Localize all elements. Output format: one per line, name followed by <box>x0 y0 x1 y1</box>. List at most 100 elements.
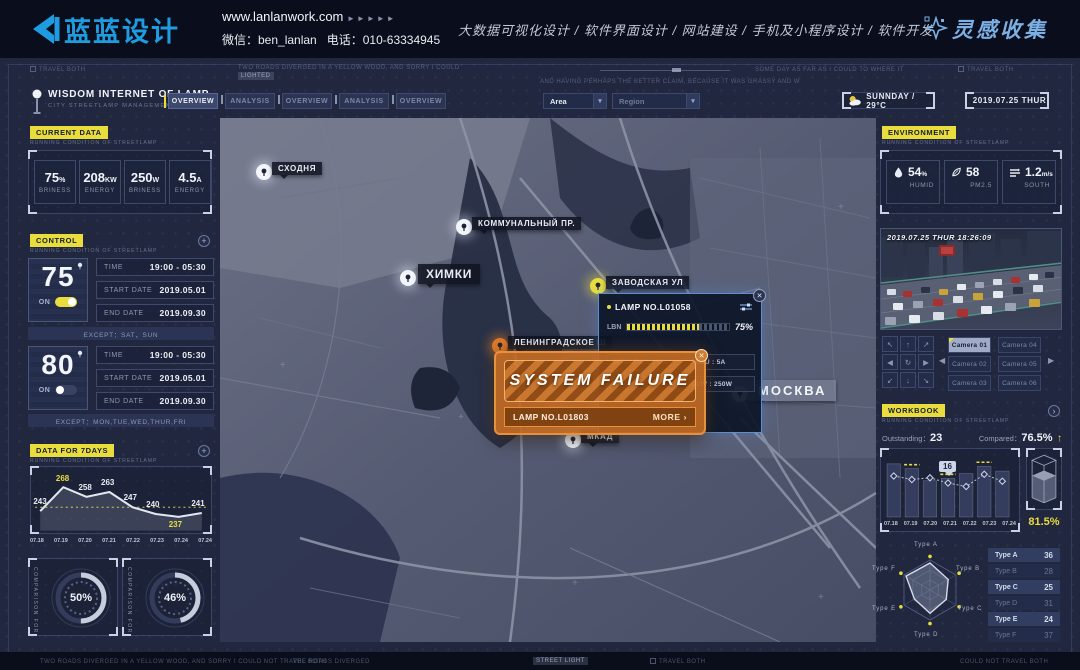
line-value: 241 <box>189 499 207 508</box>
type-row-c[interactable]: Type C25 <box>988 580 1060 594</box>
failure-title-box: SYSTEM FAILURE <box>504 360 696 402</box>
add-schedule-button[interactable]: + <box>198 235 210 247</box>
lanlan-logo-icon <box>24 11 60 47</box>
x-tick: 07.21 <box>943 521 957 527</box>
radar-label-d: Type D <box>914 632 938 638</box>
schedule-toggle[interactable] <box>55 297 77 307</box>
lamp-pin-icon <box>594 282 602 291</box>
checkbox-icon[interactable] <box>30 66 36 72</box>
map-label[interactable]: ЗАВОДСКАЯ УЛ <box>606 276 689 289</box>
ticker-item: TRAVEL BOTH <box>30 66 86 74</box>
pan-up-button[interactable]: ↑ <box>900 336 916 352</box>
tab-analysis-2[interactable]: ANALYSIS <box>339 93 389 109</box>
region-select[interactable]: Region▾ <box>612 93 700 109</box>
x-tick: 07.20 <box>78 538 92 544</box>
pan-up-left-button[interactable]: ↖ <box>882 336 898 352</box>
camera-01-button[interactable]: Camera 01 <box>948 337 991 353</box>
droplet-icon <box>893 166 904 178</box>
type-row-d[interactable]: Type D31 <box>988 596 1060 610</box>
line-value: 243 <box>31 497 49 506</box>
x-tick: 07.18 <box>884 521 898 527</box>
pan-down-button[interactable]: ↓ <box>900 372 916 388</box>
ticker-item: TRAVEL BOTH <box>958 66 1014 74</box>
compared-label: Compared： <box>979 434 1022 443</box>
stat-card-watt: 250WBRINESS <box>124 160 166 204</box>
tab-overview-1[interactable]: OVERVIEW <box>168 93 218 109</box>
map-label[interactable]: СХОДНЯ <box>272 162 322 175</box>
workbook-next-button[interactable]: › <box>1048 405 1060 417</box>
stat-card-briness: 75%BRINESS <box>34 160 76 204</box>
bar-rest <box>699 324 729 330</box>
pan-left-button[interactable]: ◀ <box>882 354 898 370</box>
chevron-down-icon[interactable]: ▾ <box>686 94 699 108</box>
slider-knob[interactable] <box>672 68 681 72</box>
end-date-row[interactable]: END DATE2019.09.30 <box>96 304 214 322</box>
schedule-toggle[interactable] <box>55 385 77 395</box>
end-date-row[interactable]: END DATE2019.09.30 <box>96 392 214 410</box>
map-pin-kommunalny[interactable] <box>456 219 472 235</box>
time-row[interactable]: TIME19:00 - 05:30 <box>96 258 214 276</box>
gauge-value: 46% <box>143 592 207 604</box>
start-date-row[interactable]: START DATE2019.05.01 <box>96 369 214 387</box>
ticker-slider[interactable] <box>600 70 730 71</box>
pan-up-right-button[interactable]: ↗ <box>918 336 934 352</box>
area-select[interactable]: Area▾ <box>543 93 607 109</box>
tab-overview-2[interactable]: OVERVIEW <box>282 93 332 109</box>
start-date-row[interactable]: START DATE2019.05.01 <box>96 281 214 299</box>
pan-right-button[interactable]: ▶ <box>918 354 934 370</box>
camera-feed[interactable]: 2019.07.25 THUR 18:26:09 <box>880 228 1062 330</box>
collect-label[interactable]: 灵感收集 <box>952 14 1048 44</box>
checkbox-icon[interactable] <box>650 658 656 664</box>
x-tick: 07.23 <box>150 538 164 544</box>
camera-next-icon[interactable]: ▶ <box>1048 356 1054 365</box>
brightness-bar[interactable] <box>626 323 730 331</box>
tab-overview-3[interactable]: OVERVIEW <box>396 93 446 109</box>
gauge-label: COMPARISON FOR <box>126 567 132 634</box>
radar-label-e: Type E <box>872 606 896 612</box>
map-label[interactable]: КОММУНАЛЬНЫЙ ПР. <box>472 217 581 230</box>
more-button[interactable]: MORE › <box>653 412 687 422</box>
close-icon[interactable]: ✕ <box>695 349 708 362</box>
pan-down-right-button[interactable]: ↘ <box>918 372 934 388</box>
svg-text:+: + <box>280 360 286 371</box>
promo-banner: 蓝蓝设计 www.lanlanwork.com ►►►►► 微信：ben_lan… <box>0 0 1080 58</box>
tab-analysis-1[interactable]: ANALYSIS <box>225 93 275 109</box>
time-row[interactable]: TIME19:00 - 05:30 <box>96 346 214 364</box>
close-icon[interactable]: ✕ <box>753 289 766 302</box>
stat-card-energy: 208KWENERGY <box>79 160 121 204</box>
gauge-panel-1: COMPARISON FOR 50% <box>28 558 118 636</box>
bottom-text: TRAVEL BOTH <box>650 658 706 666</box>
website-link[interactable]: www.lanlanwork.com ►►►►► <box>222 9 397 24</box>
x-tick: 07.19 <box>904 521 918 527</box>
checkbox-icon[interactable] <box>958 66 964 72</box>
camera-04-button[interactable]: Camera 04 <box>998 337 1041 353</box>
weather-widget: SUNNDAY / 29°C <box>842 92 935 109</box>
ticker-item: AND HAVING PERHAPS THE BETTER CLAIM, BEC… <box>540 78 840 86</box>
pan-down-left-button[interactable]: ↙ <box>882 372 898 388</box>
camera-03-button[interactable]: Camera 03 <box>948 375 991 391</box>
x-tick: 07.22 <box>126 538 140 544</box>
map-pin-zavodskaya[interactable] <box>590 278 606 294</box>
camera-02-button[interactable]: Camera 02 <box>948 356 991 372</box>
dashboard: TRAVEL BOTH TWO ROADS DIVERGED IN A YELL… <box>0 58 1080 670</box>
type-row-b[interactable]: Type B28 <box>988 564 1060 578</box>
type-row-e[interactable]: Type E24 <box>988 612 1060 626</box>
camera-prev-icon[interactable]: ◀ <box>939 356 945 365</box>
environment-subtitle: RUNNING CONDITION OF STREETLAMP <box>882 140 1009 146</box>
date-text: 2019.07.25 THUR <box>973 96 1046 105</box>
city-map[interactable]: +++++ СХОДНЯ КОММУНАЛЬНЫЙ ПР. ХИМКИ ЗАВО… <box>220 118 876 642</box>
type-row-f[interactable]: Type F37 <box>988 628 1060 642</box>
map-label[interactable]: ЛЕНИНГРАДСКОЕ Ш <box>508 336 612 349</box>
camera-06-button[interactable]: Camera 06 <box>998 375 1041 391</box>
map-pin-skhodnya[interactable] <box>256 164 272 180</box>
chevron-down-icon[interactable]: ▾ <box>593 94 606 108</box>
expand-chart-button[interactable]: + <box>198 445 210 457</box>
map-label[interactable]: ХИМКИ <box>418 264 480 284</box>
type-row-a[interactable]: Type A36 <box>988 548 1060 562</box>
settings-sliders-icon[interactable] <box>739 302 753 312</box>
camera-05-button[interactable]: Camera 05 <box>998 356 1041 372</box>
reset-view-button[interactable]: ↻ <box>900 354 916 370</box>
map-pin-khimki[interactable] <box>400 270 416 286</box>
status-dot <box>607 305 611 309</box>
brightness-level-box: 75 ON <box>28 258 88 322</box>
